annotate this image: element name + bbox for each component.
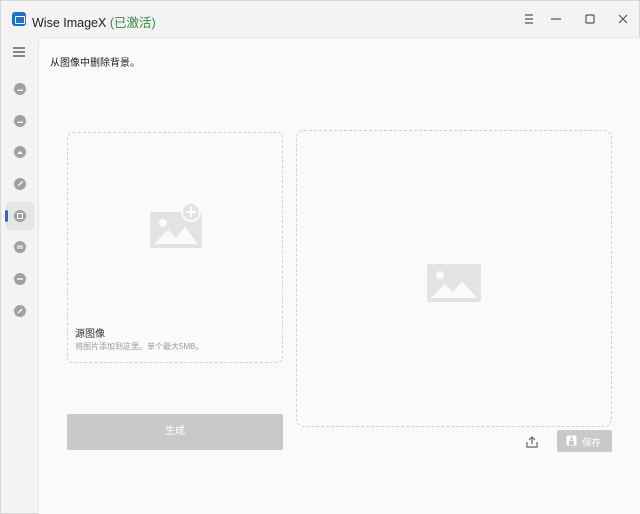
sidebar-item-image[interactable] [6,75,34,103]
source-image-title: 源图像 [75,329,105,340]
sidebar-item-convert[interactable] [6,233,34,261]
share-icon[interactable] [524,434,540,450]
sidebar-item-watermark[interactable] [6,297,34,325]
save-icon [566,435,577,446]
image-enhance-icon [14,115,26,127]
active-indicator [5,210,8,222]
app-window: Wise ImageX (已激活) 从图像中删除背景。 源图像 将图片添加到这里… [0,0,640,514]
add-image-icon [150,203,202,248]
sidebar-item-upscale[interactable] [6,138,34,166]
save-button[interactable]: 保存 [557,430,612,452]
sidebar-item-compress[interactable] [6,265,34,293]
sidebar [1,37,38,513]
image-upscale-icon [14,146,26,158]
remove-background-icon [14,210,26,222]
image-convert-icon [14,241,26,253]
app-name: Wise ImageX [32,16,107,30]
result-image-area [296,130,612,427]
source-image-hint: 将图片添加到这里。单个最大5MB。 [75,342,204,351]
instruction-text: 从图像中删除背景。 [50,58,140,69]
sidebar-item-colorize[interactable] [6,170,34,198]
app-logo-icon [12,12,26,26]
close-button[interactable] [613,9,633,29]
sidebar-item-remove-background[interactable] [5,202,34,230]
generate-button[interactable]: 生成 [67,414,283,450]
activation-status: (已激活) [109,16,156,30]
main-content: 从图像中删除背景。 源图像 将图片添加到这里。单个最大5MB。 生成 保存 [38,37,640,514]
hamburger-menu-icon[interactable] [10,44,28,60]
image-compress-icon [14,273,26,285]
image-placeholder-icon [427,264,481,302]
sidebar-item-enhance[interactable] [6,107,34,135]
menu-lines-icon[interactable] [519,9,539,29]
image-watermark-icon [14,305,26,317]
maximize-button[interactable] [580,9,600,29]
image-colorize-icon [14,178,26,190]
save-button-label: 保存 [582,438,602,449]
title-bar: Wise ImageX (已激活) [1,1,639,37]
image-icon [14,83,26,95]
app-title: Wise ImageX (已激活) [32,12,156,31]
minimize-button[interactable] [546,9,566,29]
source-image-drop-zone[interactable]: 源图像 将图片添加到这里。单个最大5MB。 [67,132,283,363]
